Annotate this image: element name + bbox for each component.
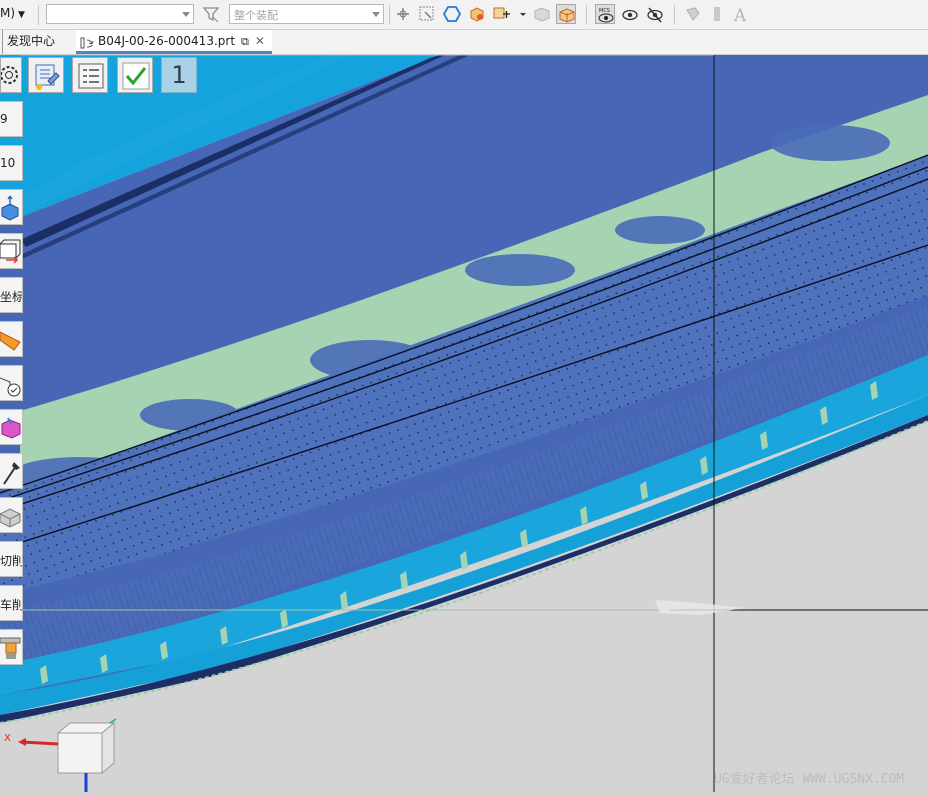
tab-discover-center[interactable]: 发现中心 [2, 30, 55, 54]
selection-filter-combo[interactable] [46, 4, 194, 24]
view-triad[interactable]: X [0, 715, 120, 792]
bar-icon[interactable] [707, 4, 727, 24]
palette-item-geometry[interactable] [0, 409, 23, 445]
menu-label: M) [0, 6, 16, 20]
palette-item-orient[interactable] [0, 189, 23, 225]
view-number-button[interactable]: 1 [161, 57, 197, 93]
palette-item-label: 切削 [0, 554, 23, 568]
filter-icon[interactable] [201, 4, 221, 24]
chevron-down-icon: ▼ [18, 10, 25, 20]
forum-watermark: UG爱好者论坛 WWW.UGSNX.COM [714, 772, 905, 787]
chevron-down-icon [182, 12, 190, 17]
pin-icon[interactable]: ⧉ [241, 35, 249, 48]
box-select-icon[interactable] [491, 4, 511, 24]
palette-item-probe[interactable] [0, 453, 23, 489]
main-toolbar: M) ▼ 整个装配 MCS A [0, 0, 928, 30]
palette-item-stock[interactable] [0, 497, 23, 533]
palette-item-9[interactable]: 9 [0, 101, 23, 137]
hide-eye-icon[interactable] [645, 4, 665, 24]
menu-dropdown[interactable]: M) ▼ [0, 6, 25, 20]
mcs-eye-icon[interactable]: MCS [595, 4, 615, 24]
show-eye-icon[interactable] [620, 4, 640, 24]
palette-item-label: 9 [0, 112, 8, 126]
block-icon [0, 239, 21, 264]
palette-item-cut[interactable]: 切削 [0, 541, 23, 577]
text-a-icon[interactable]: A [731, 4, 751, 24]
orient-cube-icon [1, 195, 19, 221]
geometry-icon [1, 417, 21, 439]
point-snap-icon[interactable] [467, 4, 487, 24]
tool-path-icon [0, 331, 21, 351]
toolbar-separator [586, 5, 587, 25]
document-tab-bar: 发现中心 B04J-00-26-000413.prt ⧉ ✕ [0, 30, 928, 55]
toolbar-separator [38, 5, 39, 25]
settings-gear-button[interactable] [0, 57, 22, 93]
x-axis-label: X [4, 733, 11, 744]
operation-navigator-button[interactable] [28, 57, 64, 93]
fixture-icon [0, 637, 21, 659]
svg-text:A: A [733, 6, 747, 24]
palette-item-label: 车削 [0, 598, 23, 612]
view-number-label: 1 [171, 61, 187, 89]
stamp-icon[interactable] [683, 4, 703, 24]
palette-item-turning[interactable]: 车削 [0, 585, 23, 621]
confirm-check-button[interactable] [117, 57, 153, 93]
palette-item-label: 10 [0, 156, 16, 170]
select-component-icon[interactable] [417, 4, 437, 24]
graphics-viewport[interactable] [0, 55, 928, 792]
select-face-icon[interactable] [393, 4, 413, 24]
stock-block-icon [0, 508, 21, 528]
solid-shaded-icon[interactable] [556, 4, 576, 24]
palette-item-10[interactable]: 10 [0, 145, 23, 181]
list-view-button[interactable] [72, 57, 108, 93]
assembly-scope-combo[interactable]: 整个装配 [229, 4, 384, 24]
tab-file-label: B04J-00-26-000413.prt [98, 34, 236, 48]
palette-item-verify[interactable] [0, 365, 23, 401]
tab-part-file[interactable]: B04J-00-26-000413.prt ⧉ ✕ [76, 30, 272, 54]
palette-item-coordinate[interactable]: 坐标 [0, 277, 23, 313]
verify-icon [0, 377, 21, 397]
palette-item-tool[interactable] [0, 321, 23, 357]
svg-text:MCS: MCS [599, 8, 610, 14]
chevron-down-icon [372, 12, 380, 17]
solid-gray-icon[interactable] [532, 4, 552, 24]
palette-item-fixture[interactable] [0, 629, 23, 665]
hexagon-icon[interactable] [442, 4, 462, 24]
probe-icon [3, 462, 20, 485]
close-icon[interactable]: ✕ [255, 34, 265, 48]
palette-item-block[interactable] [0, 233, 23, 269]
toolbar-separator [389, 5, 390, 25]
model-scene [0, 55, 928, 792]
toolbar-separator [674, 5, 675, 25]
assembly-scope-value: 整个装配 [234, 9, 278, 22]
dropdown-icon[interactable] [513, 4, 526, 24]
tab-discover-label: 发现中心 [7, 34, 56, 48]
palette-item-label: 坐标 [0, 290, 23, 304]
